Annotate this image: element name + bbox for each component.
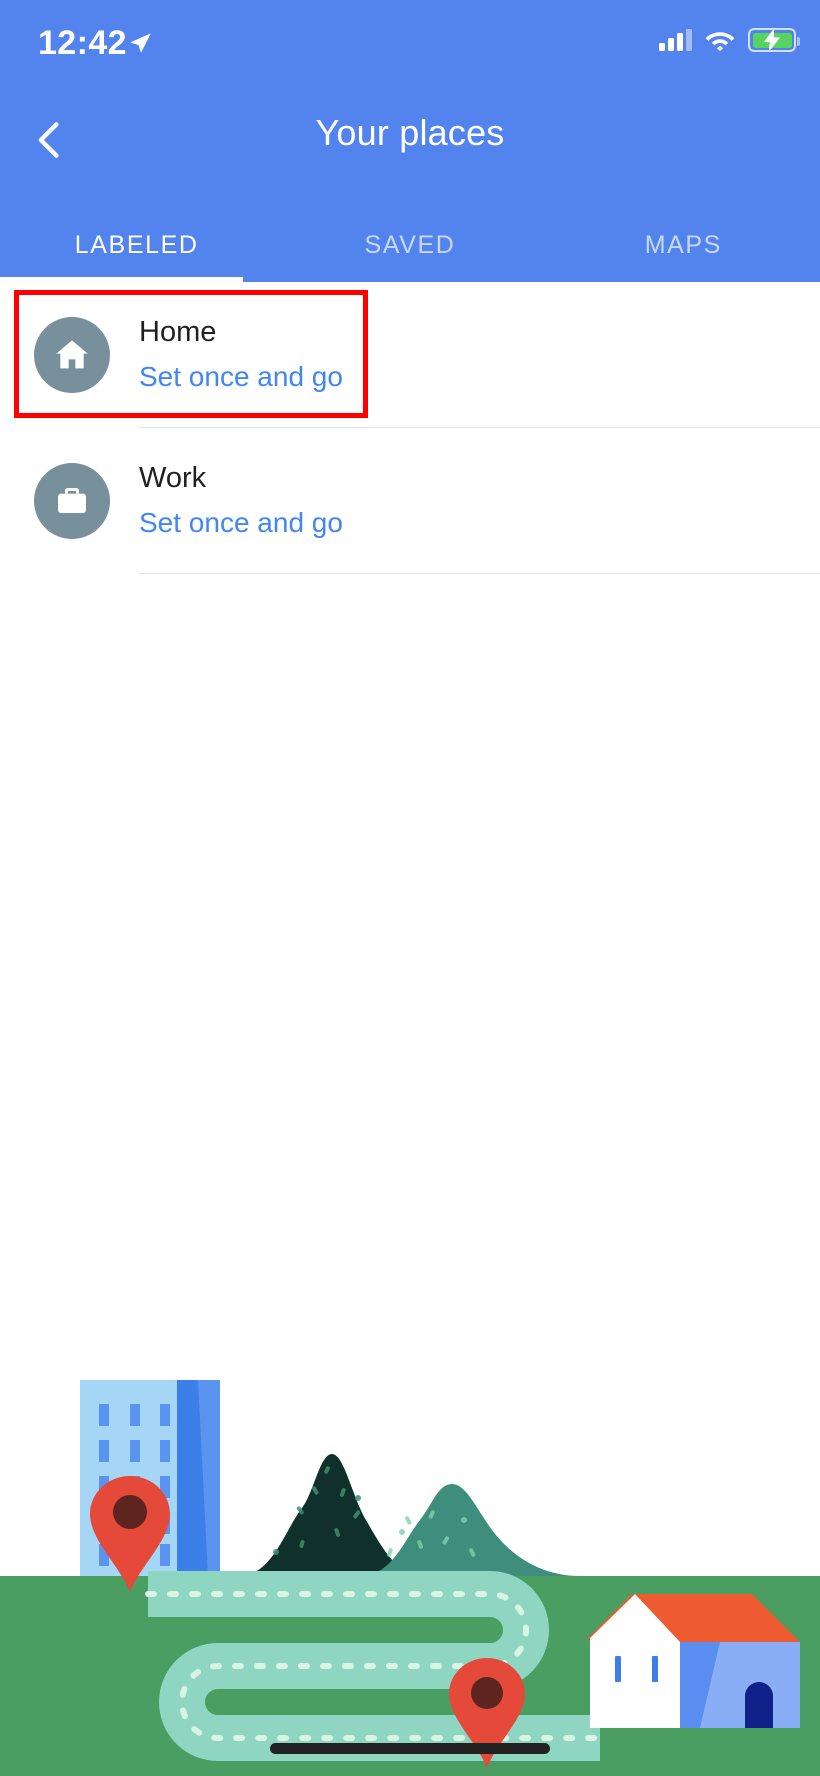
list-divider (139, 573, 820, 574)
list-item-subtitle: Set once and go (139, 361, 343, 393)
home-indicator-bar[interactable] (270, 1743, 550, 1754)
battery-charging-icon (748, 28, 800, 52)
status-bar-indicators (659, 28, 800, 52)
list-item-title: Home (139, 315, 217, 348)
location-arrow-icon (127, 30, 153, 56)
tab-saved[interactable]: SAVED (273, 208, 546, 282)
home-icon (56, 340, 88, 369)
briefcase-icon (58, 488, 86, 513)
page-title: Your places (315, 112, 505, 153)
status-bar: 12:42 (0, 0, 820, 78)
avatar (34, 317, 110, 393)
places-empty-state-illustration (0, 1380, 820, 1776)
list-item-title: Work (139, 461, 207, 494)
tab-bar: LABELED SAVED MAPS (0, 208, 820, 282)
places-list: Home Set once and go Work Set once and g… (0, 282, 820, 574)
avatar (34, 463, 110, 539)
list-item-text: Home Set once and go (139, 314, 343, 396)
list-item-subtitle: Set once and go (139, 507, 343, 539)
cellular-signal-icon (659, 29, 692, 51)
tab-maps[interactable]: MAPS (547, 208, 820, 282)
places-screen: 12:42 Your places LABELED SAVED MAPS Hom… (0, 0, 820, 1776)
status-bar-time: 12:42 (38, 24, 127, 62)
list-item-work[interactable]: Work Set once and go (0, 428, 820, 574)
app-header: 12:42 Your places LABELED SAVED MAPS (0, 0, 820, 282)
wifi-icon (705, 29, 735, 51)
dotted-route-path (145, 1571, 603, 1761)
list-item-home[interactable]: Home Set once and go (0, 282, 820, 428)
house (584, 1594, 800, 1728)
tab-labeled[interactable]: LABELED (0, 208, 273, 282)
list-item-text: Work Set once and go (139, 460, 343, 542)
